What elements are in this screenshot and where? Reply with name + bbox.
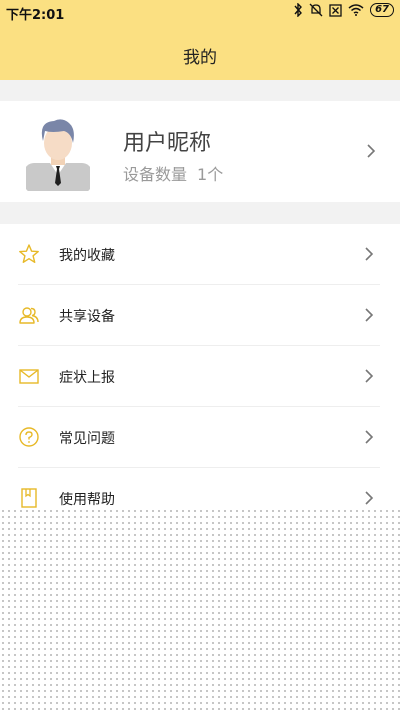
sim-off-icon xyxy=(329,3,342,17)
chevron-right-icon xyxy=(365,247,374,261)
star-icon xyxy=(19,244,39,263)
battery-icon: 67 xyxy=(370,3,394,17)
menu-item-label: 症状上报 xyxy=(59,370,115,386)
page-title: 我的 xyxy=(183,48,217,68)
header-bar: 下午2:01 67 我的 xyxy=(0,0,400,80)
menu-item-label: 使用帮助 xyxy=(59,492,115,508)
chevron-right-icon xyxy=(365,491,374,505)
menu-item-label: 共享设备 xyxy=(59,309,115,325)
profile-nickname: 用户昵称 xyxy=(123,131,212,156)
profile-card[interactable]: 用户昵称 设备数量 1个 xyxy=(0,101,400,202)
question-icon xyxy=(19,427,39,447)
users-icon xyxy=(19,307,39,324)
menu-item-faq[interactable]: 常见问题 xyxy=(18,407,380,468)
status-bar: 下午2:01 67 xyxy=(0,0,400,24)
chevron-right-icon xyxy=(367,144,376,158)
wifi-icon xyxy=(348,4,364,16)
dotted-overlay xyxy=(0,508,400,711)
device-count-value: 1个 xyxy=(197,165,224,184)
status-time: 下午2:01 xyxy=(6,8,65,23)
avatar xyxy=(26,119,90,191)
bluetooth-icon xyxy=(294,3,303,17)
chevron-right-icon xyxy=(365,430,374,444)
profile-device-info: 设备数量 1个 xyxy=(123,161,223,185)
chevron-right-icon xyxy=(365,308,374,322)
menu-list: 我的收藏 共享设备 症状上报 常见问题 使用帮助 xyxy=(0,224,400,524)
menu-item-label: 常见问题 xyxy=(59,431,115,447)
menu-item-label: 我的收藏 xyxy=(59,248,115,264)
book-icon xyxy=(21,488,37,508)
mail-icon xyxy=(19,369,39,384)
mute-icon xyxy=(309,3,323,17)
status-icons: 67 xyxy=(293,3,394,17)
menu-item-symptom-report[interactable]: 症状上报 xyxy=(18,346,380,407)
device-count-label: 设备数量 xyxy=(123,165,188,184)
chevron-right-icon xyxy=(365,369,374,383)
menu-item-shared-devices[interactable]: 共享设备 xyxy=(18,285,380,346)
menu-item-favorites[interactable]: 我的收藏 xyxy=(18,224,380,285)
